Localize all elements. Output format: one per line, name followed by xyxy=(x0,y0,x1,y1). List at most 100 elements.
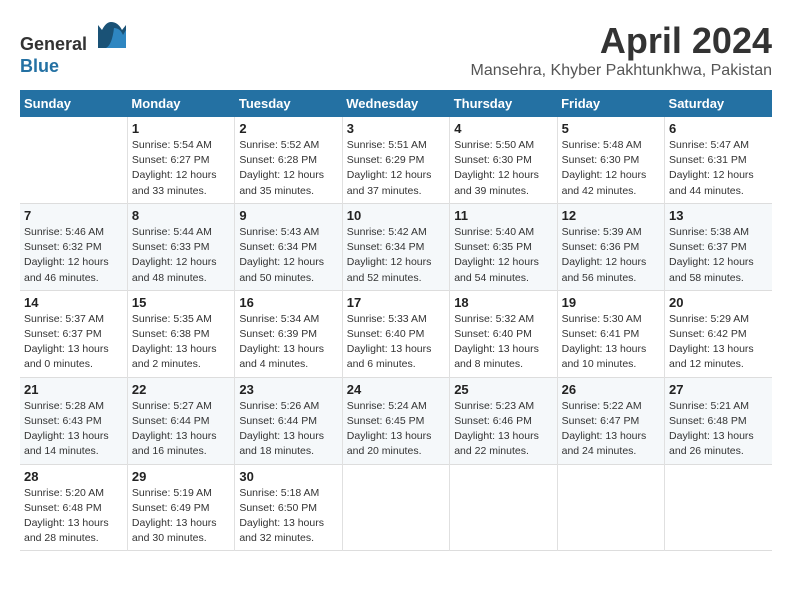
day-number: 23 xyxy=(239,382,337,397)
week-row-1: 1 Sunrise: 5:54 AMSunset: 6:27 PMDaylight… xyxy=(20,117,772,203)
calendar-cell: 15Sunrise: 5:35 AMSunset: 6:38 PMDayligh… xyxy=(127,290,234,377)
week-row-5: 28 Sunrise: 5:20 AMSunset: 6:48 PMDayligh… xyxy=(20,464,772,551)
day-info: Sunrise: 5:28 AMSunset: 6:43 PMDaylight:… xyxy=(24,399,123,460)
day-number: 22 xyxy=(132,382,230,397)
day-number: 19 xyxy=(562,295,660,310)
header-sunday: Sunday xyxy=(20,90,127,117)
day-number: 6 xyxy=(669,121,768,136)
day-info: Sunrise: 5:46 AMSunset: 6:32 PMDaylight:… xyxy=(24,225,123,286)
calendar-cell: 6 Sunrise: 5:47 AMSunset: 6:31 PMDaylight… xyxy=(665,117,772,203)
day-number: 27 xyxy=(669,382,768,397)
calendar-cell: 21 Sunrise: 5:28 AMSunset: 6:43 PMDayligh… xyxy=(20,377,127,464)
calendar-cell: 5 Sunrise: 5:48 AMSunset: 6:30 PMDaylight… xyxy=(557,117,664,203)
header-tuesday: Tuesday xyxy=(235,90,342,117)
day-number: 24 xyxy=(347,382,445,397)
day-info: Sunrise: 5:21 AMSunset: 6:48 PMDaylight:… xyxy=(669,399,768,460)
day-number: 29 xyxy=(132,469,230,484)
calendar-cell: 13Sunrise: 5:38 AMSunset: 6:37 PMDayligh… xyxy=(665,203,772,290)
day-number: 13 xyxy=(669,208,768,223)
day-number: 16 xyxy=(239,295,337,310)
calendar-cell: 30 Sunrise: 5:18 AMSunset: 6:50 PMDayligh… xyxy=(235,464,342,551)
day-number: 30 xyxy=(239,469,337,484)
calendar-cell: 3 Sunrise: 5:51 AMSunset: 6:29 PMDaylight… xyxy=(342,117,449,203)
day-number: 21 xyxy=(24,382,123,397)
day-info: Sunrise: 5:54 AMSunset: 6:27 PMDaylight:… xyxy=(132,138,230,199)
day-info: Sunrise: 5:34 AMSunset: 6:39 PMDaylight:… xyxy=(239,312,337,373)
week-row-3: 14 Sunrise: 5:37 AMSunset: 6:37 PMDayligh… xyxy=(20,290,772,377)
day-info: Sunrise: 5:18 AMSunset: 6:50 PMDaylight:… xyxy=(239,486,337,547)
day-info: Sunrise: 5:19 AMSunset: 6:49 PMDaylight:… xyxy=(132,486,230,547)
day-info: Sunrise: 5:26 AMSunset: 6:44 PMDaylight:… xyxy=(239,399,337,460)
day-info: Sunrise: 5:50 AMSunset: 6:30 PMDaylight:… xyxy=(454,138,552,199)
calendar-cell: 20 Sunrise: 5:29 AMSunset: 6:42 PMDayligh… xyxy=(665,290,772,377)
header-wednesday: Wednesday xyxy=(342,90,449,117)
calendar-cell: 24Sunrise: 5:24 AMSunset: 6:45 PMDayligh… xyxy=(342,377,449,464)
day-number: 17 xyxy=(347,295,445,310)
location-title: Mansehra, Khyber Pakhtunkhwa, Pakistan xyxy=(471,62,773,80)
day-number: 7 xyxy=(24,208,123,223)
day-info: Sunrise: 5:43 AMSunset: 6:34 PMDaylight:… xyxy=(239,225,337,286)
day-number: 8 xyxy=(132,208,230,223)
calendar-cell: 29 Sunrise: 5:19 AMSunset: 6:49 PMDayligh… xyxy=(127,464,234,551)
calendar-cell xyxy=(20,117,127,203)
day-info: Sunrise: 5:51 AMSunset: 6:29 PMDaylight:… xyxy=(347,138,445,199)
calendar-cell: 18Sunrise: 5:32 AMSunset: 6:40 PMDayligh… xyxy=(450,290,557,377)
day-info: Sunrise: 5:29 AMSunset: 6:42 PMDaylight:… xyxy=(669,312,768,373)
day-number: 10 xyxy=(347,208,445,223)
day-number: 28 xyxy=(24,469,123,484)
day-info: Sunrise: 5:22 AMSunset: 6:47 PMDaylight:… xyxy=(562,399,660,460)
logo-blue-text: Blue xyxy=(20,56,59,76)
calendar-cell xyxy=(557,464,664,551)
calendar-cell: 11Sunrise: 5:40 AMSunset: 6:35 PMDayligh… xyxy=(450,203,557,290)
day-info: Sunrise: 5:33 AMSunset: 6:40 PMDaylight:… xyxy=(347,312,445,373)
calendar-cell xyxy=(342,464,449,551)
calendar-cell: 26 Sunrise: 5:22 AMSunset: 6:47 PMDayligh… xyxy=(557,377,664,464)
calendar-cell: 17 Sunrise: 5:33 AMSunset: 6:40 PMDayligh… xyxy=(342,290,449,377)
day-info: Sunrise: 5:48 AMSunset: 6:30 PMDaylight:… xyxy=(562,138,660,199)
day-number: 2 xyxy=(239,121,337,136)
day-number: 5 xyxy=(562,121,660,136)
day-info: Sunrise: 5:23 AMSunset: 6:46 PMDaylight:… xyxy=(454,399,552,460)
logo-general: General xyxy=(20,34,87,54)
calendar-cell: 8 Sunrise: 5:44 AMSunset: 6:33 PMDaylight… xyxy=(127,203,234,290)
calendar-cell: 25Sunrise: 5:23 AMSunset: 6:46 PMDayligh… xyxy=(450,377,557,464)
week-row-4: 21 Sunrise: 5:28 AMSunset: 6:43 PMDayligh… xyxy=(20,377,772,464)
calendar-table: SundayMondayTuesdayWednesdayThursdayFrid… xyxy=(20,90,772,551)
day-info: Sunrise: 5:47 AMSunset: 6:31 PMDaylight:… xyxy=(669,138,768,199)
day-info: Sunrise: 5:37 AMSunset: 6:37 PMDaylight:… xyxy=(24,312,123,373)
calendar-cell: 23 Sunrise: 5:26 AMSunset: 6:44 PMDayligh… xyxy=(235,377,342,464)
day-info: Sunrise: 5:44 AMSunset: 6:33 PMDaylight:… xyxy=(132,225,230,286)
day-info: Sunrise: 5:30 AMSunset: 6:41 PMDaylight:… xyxy=(562,312,660,373)
calendar-cell: 10 Sunrise: 5:42 AMSunset: 6:34 PMDayligh… xyxy=(342,203,449,290)
calendar-cell: 14 Sunrise: 5:37 AMSunset: 6:37 PMDayligh… xyxy=(20,290,127,377)
day-number: 1 xyxy=(132,121,230,136)
day-number: 3 xyxy=(347,121,445,136)
day-number: 18 xyxy=(454,295,552,310)
logo-icon xyxy=(96,20,126,50)
logo: General Blue xyxy=(20,20,126,77)
header-monday: Monday xyxy=(127,90,234,117)
week-row-2: 7 Sunrise: 5:46 AMSunset: 6:32 PMDaylight… xyxy=(20,203,772,290)
calendar-header-row: SundayMondayTuesdayWednesdayThursdayFrid… xyxy=(20,90,772,117)
calendar-cell: 4Sunrise: 5:50 AMSunset: 6:30 PMDaylight… xyxy=(450,117,557,203)
day-info: Sunrise: 5:40 AMSunset: 6:35 PMDaylight:… xyxy=(454,225,552,286)
day-number: 20 xyxy=(669,295,768,310)
day-info: Sunrise: 5:20 AMSunset: 6:48 PMDaylight:… xyxy=(24,486,123,547)
header-saturday: Saturday xyxy=(665,90,772,117)
day-number: 12 xyxy=(562,208,660,223)
day-number: 14 xyxy=(24,295,123,310)
day-number: 26 xyxy=(562,382,660,397)
calendar-cell: 7 Sunrise: 5:46 AMSunset: 6:32 PMDaylight… xyxy=(20,203,127,290)
calendar-cell: 22Sunrise: 5:27 AMSunset: 6:44 PMDayligh… xyxy=(127,377,234,464)
day-info: Sunrise: 5:42 AMSunset: 6:34 PMDaylight:… xyxy=(347,225,445,286)
calendar-cell: 12 Sunrise: 5:39 AMSunset: 6:36 PMDayligh… xyxy=(557,203,664,290)
calendar-cell: 1 Sunrise: 5:54 AMSunset: 6:27 PMDaylight… xyxy=(127,117,234,203)
header-thursday: Thursday xyxy=(450,90,557,117)
day-number: 9 xyxy=(239,208,337,223)
page-header: General Blue April 2024 Mansehra, Khyber… xyxy=(20,20,772,80)
calendar-cell: 2Sunrise: 5:52 AMSunset: 6:28 PMDaylight… xyxy=(235,117,342,203)
day-number: 15 xyxy=(132,295,230,310)
day-info: Sunrise: 5:39 AMSunset: 6:36 PMDaylight:… xyxy=(562,225,660,286)
calendar-cell xyxy=(450,464,557,551)
calendar-cell: 28 Sunrise: 5:20 AMSunset: 6:48 PMDayligh… xyxy=(20,464,127,551)
